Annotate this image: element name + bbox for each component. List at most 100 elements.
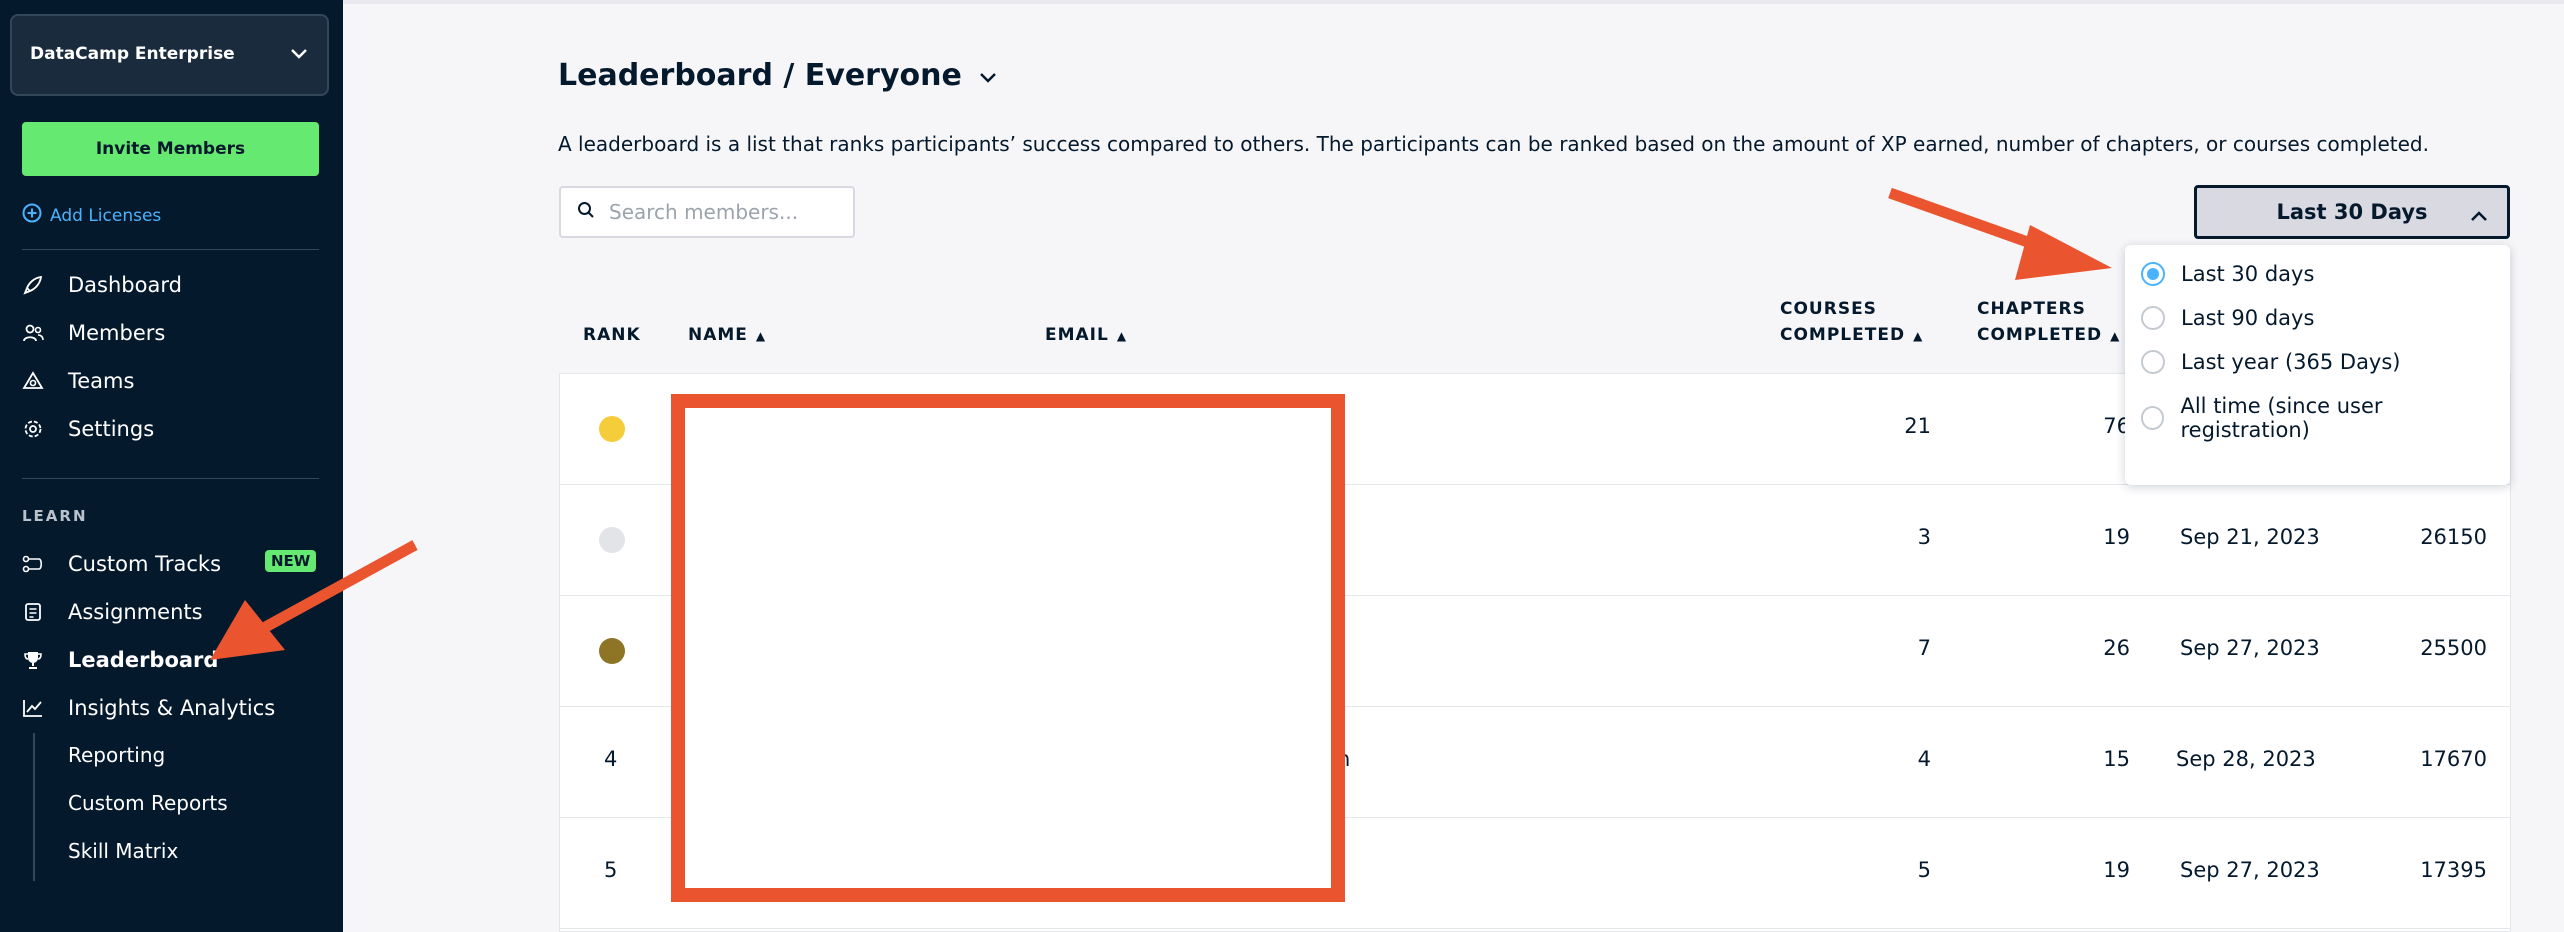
page-title[interactable]: Leaderboard / Everyone bbox=[558, 58, 998, 93]
nav-label: Teams bbox=[68, 369, 135, 393]
cell-courses: 4 bbox=[1917, 747, 1931, 771]
nav-dashboard[interactable]: Dashboard bbox=[22, 270, 182, 300]
column-label-line2: COMPLETED bbox=[1780, 325, 1906, 345]
chevron-up-icon bbox=[2469, 204, 2489, 228]
cell-chapters: 19 bbox=[2103, 525, 2130, 549]
cell-rank: 4 bbox=[604, 747, 618, 771]
period-option-all-time[interactable]: All time (since user registration) bbox=[2141, 394, 2510, 442]
column-label-line2: COMPLETED bbox=[1977, 325, 2103, 345]
cell-rank: 5 bbox=[604, 858, 618, 882]
page-title-text: Leaderboard / Everyone bbox=[558, 58, 962, 93]
sort-icon: ▲︎ bbox=[755, 329, 767, 343]
cell-courses: 21 bbox=[1904, 414, 1931, 438]
period-dropdown-button[interactable]: Last 30 Days bbox=[2194, 185, 2510, 239]
rocket-icon bbox=[22, 274, 44, 296]
cell-courses: 3 bbox=[1917, 525, 1931, 549]
nav-teams[interactable]: Teams bbox=[22, 366, 134, 396]
sort-icon: ▲︎ bbox=[1913, 329, 1924, 343]
option-label: Last year (365 Days) bbox=[2181, 350, 2401, 374]
cell-xp: 17670 bbox=[2420, 747, 2487, 771]
page-description: A leaderboard is a list that ranks parti… bbox=[558, 132, 2429, 156]
org-selector[interactable]: DataCamp Enterprise bbox=[10, 14, 329, 96]
members-icon bbox=[22, 322, 44, 344]
gear-icon bbox=[22, 418, 44, 440]
nav-label: Custom Tracks bbox=[68, 552, 222, 576]
radio-selected-icon bbox=[2141, 262, 2165, 286]
tracks-icon bbox=[22, 553, 44, 575]
cell-last-active: Sep 27, 2023 bbox=[2180, 636, 2320, 660]
teams-icon bbox=[22, 370, 44, 392]
nav-label: Dashboard bbox=[68, 273, 182, 297]
period-selected-label: Last 30 Days bbox=[2276, 200, 2428, 224]
add-licenses-label: Add Licenses bbox=[50, 205, 162, 226]
divider bbox=[22, 478, 319, 479]
period-option-365-days[interactable]: Last year (365 Days) bbox=[2141, 350, 2401, 374]
trophy-icon bbox=[22, 649, 44, 671]
submenu-guide-line bbox=[33, 733, 35, 881]
column-label: EMAIL bbox=[1045, 325, 1109, 345]
redaction-box bbox=[671, 394, 1345, 902]
silver-medal-icon bbox=[599, 527, 625, 553]
chart-icon bbox=[22, 697, 44, 719]
cell-xp: 25500 bbox=[2420, 636, 2487, 660]
nav-custom-reports[interactable]: Custom Reports bbox=[68, 791, 228, 815]
nav-settings[interactable]: Settings bbox=[22, 414, 154, 444]
search-input[interactable] bbox=[607, 199, 831, 225]
cell-last-active: Sep 28, 2023 bbox=[2176, 747, 2316, 771]
nav-members[interactable]: Members bbox=[22, 318, 165, 348]
gold-medal-icon bbox=[599, 416, 625, 442]
sort-icon: ▲︎ bbox=[1116, 329, 1128, 343]
search-icon bbox=[577, 201, 595, 223]
column-header-name[interactable]: NAME ▲︎ bbox=[688, 322, 766, 349]
period-option-90-days[interactable]: Last 90 days bbox=[2141, 306, 2314, 330]
nav-label: Assignments bbox=[68, 600, 203, 624]
assignments-icon bbox=[22, 601, 44, 623]
period-option-30-days[interactable]: Last 30 days bbox=[2141, 262, 2314, 286]
column-header-rank: RANK bbox=[583, 325, 641, 345]
column-label-line1: COURSES bbox=[1780, 299, 1877, 319]
nav-label: Insights & Analytics bbox=[68, 696, 276, 720]
nav-label: Members bbox=[68, 321, 166, 345]
chevron-down-icon bbox=[978, 58, 998, 93]
option-label: Last 30 days bbox=[2181, 262, 2315, 286]
option-label: Last 90 days bbox=[2181, 306, 2315, 330]
nav-reporting[interactable]: Reporting bbox=[68, 743, 165, 767]
column-header-email[interactable]: EMAIL ▲︎ bbox=[1045, 322, 1127, 349]
org-name: DataCamp Enterprise bbox=[30, 44, 235, 64]
bronze-medal-icon bbox=[599, 638, 625, 664]
nav-custom-tracks[interactable]: Custom Tracks bbox=[22, 549, 221, 579]
section-learn-label: LEARN bbox=[22, 507, 88, 525]
column-label-line1: CHAPTERS bbox=[1977, 299, 2086, 319]
cell-chapters: 19 bbox=[2103, 858, 2130, 882]
nav-label: Leaderboard bbox=[68, 648, 219, 672]
cell-courses: 5 bbox=[1917, 858, 1931, 882]
cell-chapters: 26 bbox=[2103, 636, 2130, 660]
sort-icon: ▲︎ bbox=[2110, 329, 2121, 343]
column-header-courses-completed[interactable]: COURSES COMPLETED ▲︎ bbox=[1780, 296, 1923, 349]
nav-skill-matrix[interactable]: Skill Matrix bbox=[68, 839, 178, 863]
add-licenses-link[interactable]: Add Licenses bbox=[22, 203, 161, 228]
cell-last-active: Sep 27, 2023 bbox=[2180, 858, 2320, 882]
sidebar: DataCamp Enterprise Invite Members Add L… bbox=[0, 0, 343, 932]
chevron-down-icon bbox=[289, 46, 309, 65]
radio-icon bbox=[2141, 306, 2165, 330]
nav-label: Settings bbox=[68, 417, 155, 441]
nav-insights-analytics[interactable]: Insights & Analytics bbox=[22, 693, 275, 723]
cell-chapters: 15 bbox=[2103, 747, 2130, 771]
invite-members-button[interactable]: Invite Members bbox=[22, 122, 319, 176]
cell-xp: 26150 bbox=[2420, 525, 2487, 549]
nav-leaderboard[interactable]: Leaderboard bbox=[22, 645, 218, 675]
divider bbox=[22, 249, 319, 250]
column-label: NAME bbox=[688, 325, 748, 345]
arrow-to-dropdown-icon bbox=[1888, 187, 2112, 280]
period-dropdown-menu: Last 30 days Last 90 days Last year (365… bbox=[2125, 245, 2510, 485]
column-header-chapters-completed[interactable]: CHAPTERS COMPLETED ▲︎ bbox=[1977, 296, 2120, 349]
radio-icon bbox=[2141, 406, 2165, 430]
top-border bbox=[343, 0, 2564, 4]
cell-last-active: Sep 21, 2023 bbox=[2180, 525, 2320, 549]
cell-xp: 17395 bbox=[2420, 858, 2487, 882]
new-badge: NEW bbox=[265, 550, 317, 572]
nav-assignments[interactable]: Assignments bbox=[22, 597, 203, 627]
radio-icon bbox=[2141, 350, 2165, 374]
search-box[interactable] bbox=[559, 186, 855, 238]
